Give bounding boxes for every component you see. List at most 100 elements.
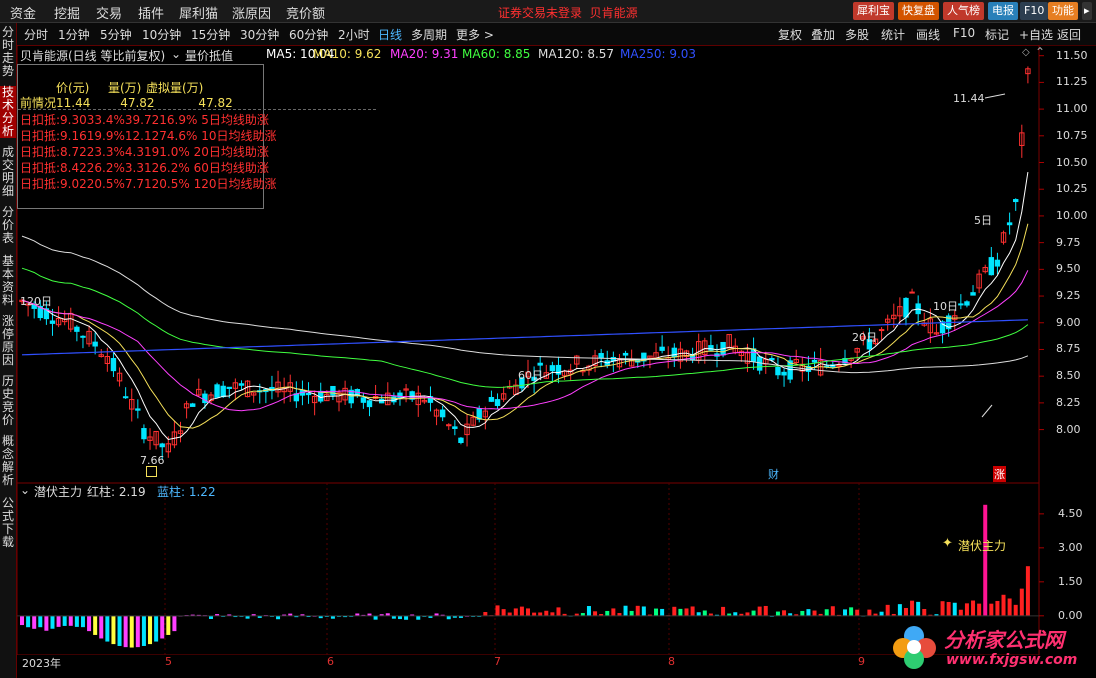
menu-item-limit-reason[interactable]: 涨原因	[232, 3, 271, 22]
tool-draw-line[interactable]: 画线	[916, 26, 940, 43]
ma5-line	[21, 172, 1029, 441]
sub-bar	[678, 608, 683, 616]
candle-body	[226, 386, 232, 389]
candle-body	[214, 384, 220, 398]
price-tick-label: 11.25	[1056, 75, 1088, 89]
sub-bar	[135, 615, 140, 648]
sub-bar	[958, 609, 963, 616]
sub-tick-label: 3.00	[1058, 540, 1083, 554]
ma250-line	[21, 319, 1028, 356]
sub-bar	[26, 615, 31, 628]
ma120-tag: 120日	[20, 295, 52, 308]
candle-body	[305, 392, 312, 396]
left-tab-timeshare[interactable]: 分时走势	[0, 26, 16, 78]
sub-bar	[672, 606, 677, 616]
candle-body	[994, 259, 1001, 267]
price-tick-label: 8.00	[1056, 422, 1081, 436]
left-tab-technical[interactable]: 技术分析	[0, 86, 16, 138]
x-label: 5	[165, 655, 172, 668]
sub-indicator-name[interactable]: 潜伏主力	[34, 483, 82, 500]
tool-overlay[interactable]: 叠加	[811, 26, 835, 43]
left-tab-concepts[interactable]: 概念解析	[0, 435, 16, 487]
tool-button-popularity[interactable]: 人气榜	[943, 2, 984, 20]
menu-item-funds[interactable]: 资金	[10, 3, 36, 22]
candle-body	[494, 399, 501, 406]
period-toolbar: 分时 1分钟 5分钟 10分钟 15分钟 30分钟 60分钟 2小时 日线 多周…	[0, 23, 1096, 46]
sub-bar	[446, 615, 451, 620]
sub-bar	[867, 609, 872, 616]
tool-multi-stock[interactable]: 多股	[845, 26, 869, 43]
settings-diamond-icon[interactable]: ◇	[1022, 47, 1030, 58]
left-tab-trades[interactable]: 成交明细	[0, 146, 16, 198]
period-tab-daily[interactable]: 日线	[378, 26, 402, 43]
period-tab-10min[interactable]: 10分钟	[142, 26, 181, 43]
sub-bar	[1007, 598, 1012, 616]
scroll-right-icon[interactable]: ▸	[1082, 2, 1092, 20]
sub-bar	[812, 610, 817, 616]
left-tab-history-auction[interactable]: 历史竞价	[0, 375, 16, 427]
sub-bar	[721, 606, 726, 616]
left-tab-price-table[interactable]: 分价表	[0, 206, 16, 245]
period-tab-15min[interactable]: 15分钟	[191, 26, 230, 43]
tool-button-function[interactable]: 功能	[1048, 2, 1078, 20]
sub-bar	[897, 604, 902, 616]
tool-statistics[interactable]: 统计	[881, 26, 905, 43]
login-status[interactable]: 证券交易未登录 贝肯能源	[498, 4, 638, 21]
sub-bar	[544, 610, 549, 616]
candle-body	[549, 365, 556, 372]
finance-marker[interactable]: 财	[768, 466, 779, 482]
period-tab-30min[interactable]: 30分钟	[240, 26, 279, 43]
ma10-line	[21, 223, 1029, 429]
price-tick-label: 9.75	[1056, 235, 1081, 249]
indicator-name[interactable]: 量价抵值	[185, 47, 233, 64]
price-tick-label: 10.25	[1056, 182, 1088, 196]
scroll-up-icon[interactable]: ⌃	[1035, 45, 1045, 59]
sub-bar	[20, 615, 24, 626]
candle-body	[775, 366, 781, 376]
left-tab-profile[interactable]: 基本资料	[0, 255, 16, 307]
tool-button-telegram[interactable]: 电报	[988, 2, 1018, 20]
sub-bar	[605, 610, 610, 616]
tool-back[interactable]: 返回	[1057, 26, 1081, 43]
sub-bar	[276, 615, 281, 620]
limit-up-marker[interactable]: 涨	[993, 466, 1006, 482]
period-tab-more[interactable]: 更多 >	[456, 26, 494, 43]
sub-bar	[971, 600, 976, 616]
indicator-dropdown-icon[interactable]: ⌄	[171, 47, 181, 61]
menu-item-mining[interactable]: 挖掘	[54, 3, 80, 22]
candle-body	[958, 303, 964, 306]
sub-bar	[117, 615, 122, 646]
period-tab-multi[interactable]: 多周期	[411, 26, 447, 43]
tool-add-watchlist[interactable]: +自选	[1019, 26, 1053, 43]
period-tab-2hour[interactable]: 2小时	[338, 26, 370, 43]
candle-body	[80, 335, 86, 338]
sub-dropdown-icon[interactable]: ⌄	[20, 483, 30, 497]
tool-button-review[interactable]: 快复盘	[898, 2, 939, 20]
menu-item-trade[interactable]: 交易	[96, 3, 122, 22]
tool-adjust-rights[interactable]: 复权	[778, 26, 802, 43]
tool-f10[interactable]: F10	[953, 26, 975, 40]
period-tab-60min[interactable]: 60分钟	[289, 26, 328, 43]
sub-bar	[702, 610, 707, 616]
low-arrow-line	[981, 404, 993, 418]
butterfly-icon: ✦	[942, 536, 953, 551]
period-tab-1min[interactable]: 1分钟	[58, 26, 90, 43]
period-tab-5min[interactable]: 5分钟	[100, 26, 132, 43]
tool-mark[interactable]: 标记	[985, 26, 1009, 43]
sub-bar	[745, 612, 750, 616]
candle-body	[659, 346, 665, 351]
event-marker-icon[interactable]	[146, 466, 157, 477]
menu-item-auction[interactable]: 竞价额	[286, 3, 325, 22]
tool-button-f10[interactable]: F10	[1020, 2, 1049, 20]
sub-bar	[87, 615, 92, 632]
period-tab-timeshare[interactable]: 分时	[24, 26, 48, 43]
menu-item-xilimao[interactable]: 犀利猫	[179, 3, 218, 22]
left-tab-limit-reason[interactable]: 涨停原因	[0, 315, 16, 367]
price-tick-label: 8.50	[1056, 369, 1081, 383]
candle-body	[122, 396, 129, 399]
menu-item-plugins[interactable]: 插件	[138, 3, 164, 22]
sub-bar	[800, 610, 805, 616]
left-tab-formula-download[interactable]: 公式下载	[0, 497, 16, 549]
sub-bar	[1013, 604, 1018, 616]
tool-button-xilibao[interactable]: 犀利宝	[853, 2, 894, 20]
